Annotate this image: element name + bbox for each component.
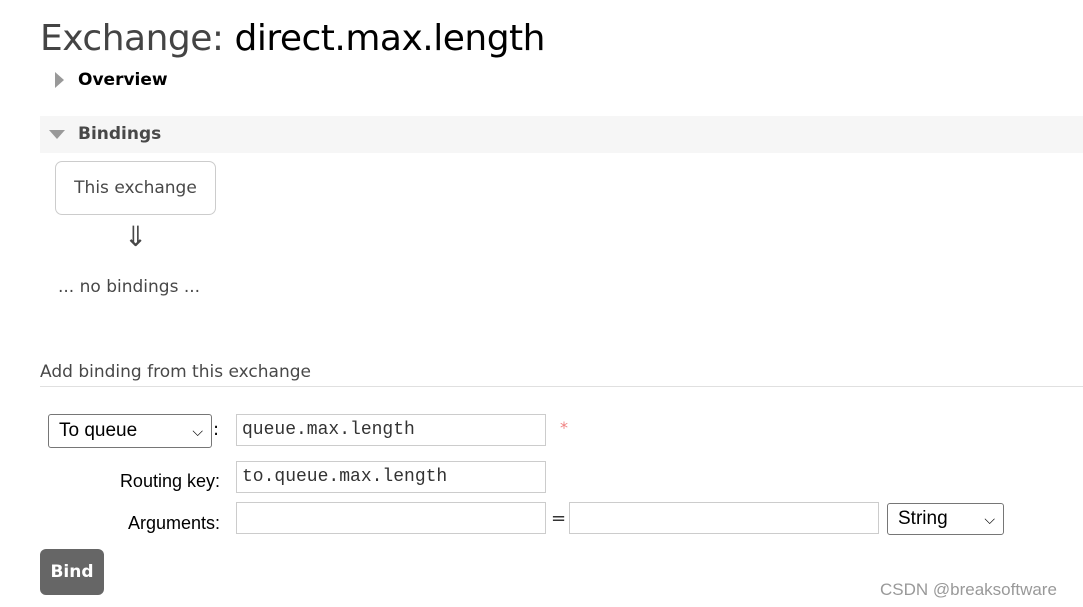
- destination-input[interactable]: queue.max.length: [236, 414, 546, 446]
- colon: :: [213, 419, 220, 440]
- required-marker: *: [560, 418, 568, 437]
- no-bindings-text: ... no bindings ...: [58, 277, 201, 297]
- routing-key-label: Routing key:: [119, 471, 220, 491]
- add-binding-heading: Add binding from this exchange: [40, 362, 1083, 387]
- argument-key-input[interactable]: [236, 502, 546, 534]
- watermark: CSDN @breaksoftware: [880, 580, 1057, 599]
- section-label: Overview: [78, 70, 168, 90]
- arguments-label: Arguments:: [127, 513, 220, 533]
- equals-sign: =: [551, 508, 567, 529]
- page-title: Exchange: direct.max.length: [40, 18, 545, 59]
- argument-type-select[interactable]: String ⌵: [887, 503, 1004, 535]
- down-arrow-icon: ⇓: [124, 220, 148, 253]
- select-value: String: [898, 508, 948, 529]
- section-label: Bindings: [78, 124, 162, 144]
- routing-key-input[interactable]: to.queue.max.length: [236, 461, 546, 493]
- chevron-down-icon: ⌵: [192, 422, 203, 439]
- exchange-name: direct.max.length: [234, 18, 546, 59]
- argument-value-input[interactable]: [569, 502, 879, 534]
- select-value: To queue: [59, 420, 138, 441]
- caret-right-icon: [55, 72, 64, 88]
- section-overview-toggle[interactable]: Overview: [55, 70, 168, 90]
- title-prefix: Exchange:: [40, 18, 224, 59]
- section-bindings-toggle[interactable]: Bindings: [40, 116, 1083, 153]
- caret-down-icon: [49, 129, 65, 139]
- chevron-down-icon: ⌵: [984, 510, 995, 527]
- destination-type-select[interactable]: To queue ⌵: [48, 414, 212, 448]
- bind-button[interactable]: Bind: [40, 549, 104, 595]
- this-exchange-box: This exchange: [55, 161, 216, 215]
